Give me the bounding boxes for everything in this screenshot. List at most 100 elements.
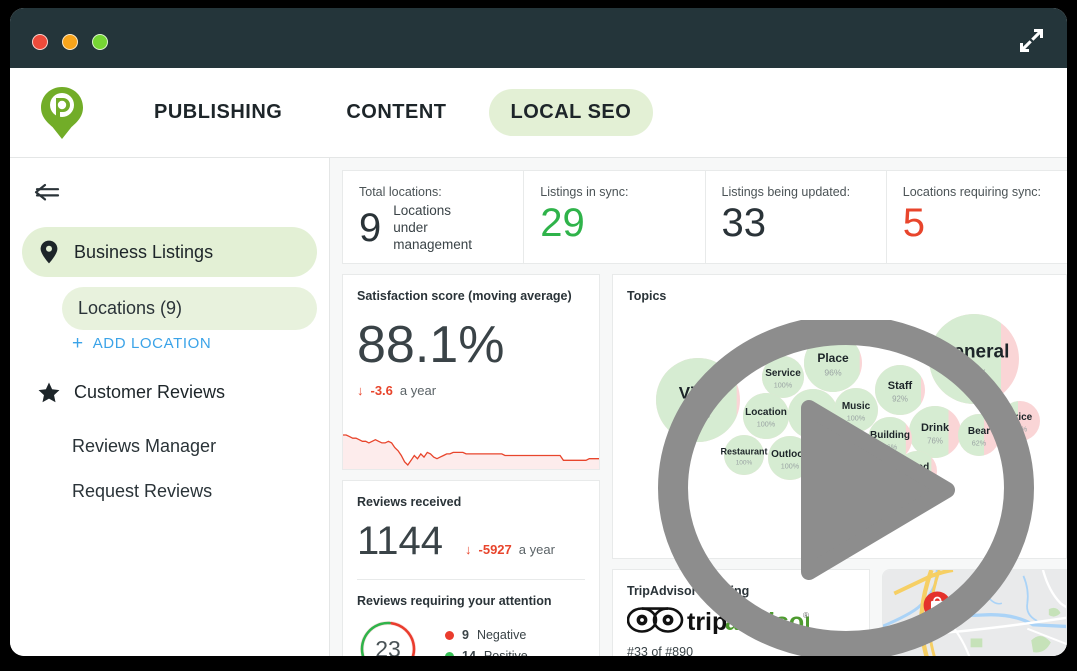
bottom-row: TripAdvisor Ranking trip advisor ® #33 o…: [612, 569, 1067, 656]
plus-icon: +: [72, 333, 84, 354]
minimize-button[interactable]: [62, 34, 78, 50]
attention-legend: 9 Negative 14 Positive: [445, 628, 528, 656]
legend-count: 14: [462, 649, 476, 656]
svg-text:95%: 95%: [805, 419, 821, 428]
svg-text:100%: 100%: [736, 459, 753, 466]
satisfaction-value: 88.1%: [357, 316, 505, 374]
app-body: Business Listings Locations (9) + ADD LO…: [10, 158, 1067, 656]
svg-text:80%: 80%: [960, 367, 987, 382]
kpi-label: Total locations:: [359, 185, 442, 199]
kpi-row: Total locations: 9 Locations under manage…: [342, 170, 1067, 264]
sidebar-collapse-row: [10, 174, 329, 227]
svg-text:45%: 45%: [1013, 425, 1028, 434]
kpi-value: 9: [359, 206, 382, 251]
attention-row: 23 9 Negative 14 Positive: [343, 608, 599, 656]
sidebar-item-reviews-manager[interactable]: Reviews Manager: [72, 427, 317, 466]
legend-item-negative: 9 Negative: [445, 628, 528, 642]
map-pin-logo: [38, 86, 86, 140]
sidebar: Business Listings Locations (9) + ADD LO…: [10, 158, 330, 656]
add-location-label: ADD LOCATION: [92, 335, 212, 352]
delta-value: -5927: [478, 542, 512, 557]
tab-local-seo[interactable]: LOCAL SEO: [488, 89, 654, 136]
kpi-locations-requiring-sync: Locations requiring sync: 5: [887, 171, 1067, 263]
kpi-value: 29: [540, 201, 585, 245]
star-icon: [38, 380, 60, 404]
sidebar-item-label: Customer Reviews: [74, 381, 226, 402]
expand-arrows-icon[interactable]: [1017, 26, 1045, 54]
attention-title: Reviews requiring your attention: [357, 594, 552, 608]
tab-content[interactable]: CONTENT: [324, 89, 468, 136]
topics-bubble-chart: View 96% General 80% Place 96% Service 100% Staf…: [613, 275, 1066, 558]
right-column: Topics View 96% General 80% Place 96% Service 1…: [612, 274, 1067, 656]
kpi-value: 33: [721, 201, 767, 245]
svg-text:Staff: Staff: [888, 380, 913, 392]
svg-text:Bar: Bar: [804, 404, 823, 416]
positive-dot-icon: [445, 651, 454, 656]
topics-card: Topics View 96% General 80% Place 96% Service 1…: [612, 274, 1067, 559]
kpi-label: Listings being updated:: [721, 185, 851, 199]
svg-text:100%: 100%: [757, 420, 776, 429]
kpi-subtext: Locations under management: [393, 203, 473, 252]
delta-value: -3.6: [370, 383, 393, 398]
sidebar-item-label: Business Listings: [74, 241, 214, 262]
svg-text:Location: Location: [745, 407, 787, 418]
maximize-button[interactable]: [92, 34, 108, 50]
sidebar-item-locations[interactable]: Locations (9): [62, 287, 317, 330]
svg-text:86%: 86%: [910, 475, 925, 484]
screenshot-root: PUBLISHING CONTENT LOCAL SEO Business Li…: [0, 0, 1077, 671]
tab-publishing[interactable]: PUBLISHING: [132, 89, 304, 136]
svg-text:advisor: advisor: [725, 608, 809, 634]
card-title: Satisfaction score (moving average): [357, 289, 572, 303]
arrow-down-icon: ↓: [465, 542, 472, 557]
reviews-received-card: Reviews received 1144 ↓ -5927 a year Rev…: [342, 480, 600, 656]
svg-text:Bear: Bear: [968, 426, 990, 437]
satisfaction-sparkline: [343, 423, 599, 469]
window-titlebar: [10, 8, 1067, 68]
svg-text:Experience: Experience: [809, 447, 878, 462]
svg-text:trip: trip: [687, 608, 727, 634]
svg-text:Restaurant: Restaurant: [720, 446, 767, 456]
close-button[interactable]: [32, 34, 48, 50]
add-location-button[interactable]: + ADD LOCATION: [72, 334, 317, 353]
svg-text:Music: Music: [842, 401, 871, 412]
reviews-received-value: 1144: [357, 519, 444, 563]
collapse-arrow-icon[interactable]: [32, 183, 62, 208]
svg-text:General: General: [939, 341, 1010, 362]
location-map-thumbnail[interactable]: [882, 569, 1067, 656]
attention-donut-chart: 23: [357, 618, 419, 656]
delta-period: a year: [399, 383, 437, 398]
kpi-listings-in-sync: Listings in sync: 29: [524, 171, 706, 263]
main-content: Total locations: 9 Locations under manage…: [330, 158, 1067, 656]
tripadvisor-rank: #33 of #890: [627, 645, 694, 656]
kpi-label: Listings in sync:: [540, 185, 629, 199]
tripadvisor-ranking-card: TripAdvisor Ranking trip advisor ® #33 o…: [612, 569, 870, 656]
tripadvisor-logo: trip advisor ®: [613, 598, 869, 639]
app-top-navigation: PUBLISHING CONTENT LOCAL SEO: [10, 68, 1067, 158]
sidebar-item-request-reviews[interactable]: Request Reviews: [72, 472, 317, 511]
arrow-down-icon: ↓: [357, 383, 364, 398]
satisfaction-score-card: Satisfaction score (moving average) 88.1…: [342, 274, 600, 470]
svg-text:®: ®: [803, 611, 809, 620]
sidebar-item-business-listings[interactable]: Business Listings: [22, 227, 317, 277]
svg-text:76%: 76%: [927, 437, 943, 446]
kpi-total-locations: Total locations: 9 Locations under manage…: [343, 171, 525, 263]
reviews-received-delta: ↓ -5927 a year: [465, 542, 555, 557]
svg-text:Outlook: Outlook: [771, 449, 809, 460]
legend-item-positive: 14 Positive: [445, 649, 528, 656]
dashboard-grid: Satisfaction score (moving average) 88.1…: [342, 274, 1067, 656]
svg-text:View: View: [679, 384, 718, 403]
svg-text:Drink: Drink: [921, 422, 950, 434]
reviews-received-row: 1144 ↓ -5927 a year: [343, 509, 599, 561]
negative-dot-icon: [445, 630, 454, 640]
legend-label: Positive: [483, 649, 528, 656]
svg-text:Place: Place: [817, 351, 849, 365]
card-title: Reviews received: [357, 495, 462, 509]
card-title: TripAdvisor Ranking: [627, 584, 750, 598]
legend-label: Negative: [476, 628, 527, 642]
svg-text:100%: 100%: [781, 462, 800, 471]
svg-text:96%: 96%: [824, 368, 842, 378]
delta-period: a year: [518, 542, 555, 557]
left-column: Satisfaction score (moving average) 88.1…: [342, 274, 600, 656]
kpi-value: 5: [902, 201, 925, 245]
sidebar-item-customer-reviews[interactable]: Customer Reviews: [22, 367, 317, 417]
